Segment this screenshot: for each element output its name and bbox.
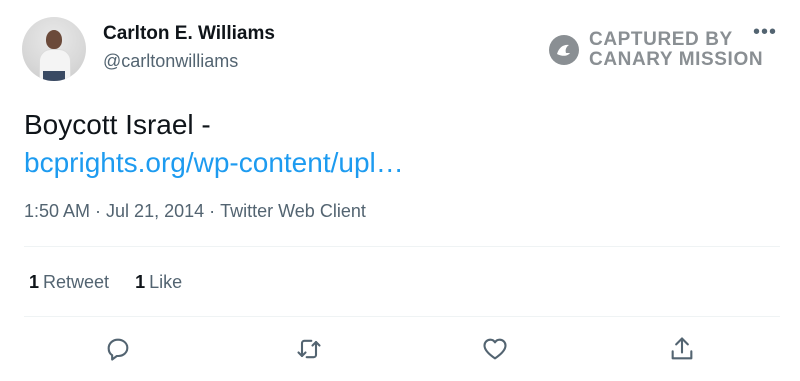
more-horizontal-icon[interactable]: •••	[753, 22, 777, 42]
tweet-card: Carlton E. Williams @carltonwilliams CAP…	[0, 0, 800, 381]
avatar[interactable]	[22, 17, 86, 81]
tweet-client[interactable]: Twitter Web Client	[220, 201, 366, 221]
retweet-count: 1	[29, 272, 40, 292]
avatar-head	[46, 30, 62, 49]
tweet-stats: 1 Retweet 1 Like	[29, 272, 208, 293]
avatar-pants	[43, 71, 65, 81]
watermark: CAPTURED BY CANARY MISSION	[549, 30, 763, 70]
tweet-date[interactable]: Jul 21, 2014	[106, 201, 204, 221]
display-name[interactable]: Carlton E. Williams	[103, 23, 275, 45]
divider	[24, 246, 780, 247]
meta-separator: ·	[95, 201, 102, 221]
like-count: 1	[135, 272, 146, 292]
divider	[24, 316, 780, 317]
retweet-icon[interactable]	[295, 335, 323, 363]
meta-separator: ·	[209, 201, 216, 221]
tweet-time[interactable]: 1:50 AM	[24, 201, 90, 221]
share-icon[interactable]	[668, 335, 696, 363]
watermark-text: CAPTURED BY CANARY MISSION	[589, 30, 763, 70]
watermark-line-2: CANARY MISSION	[589, 49, 764, 70]
like-stat[interactable]: 1 Like	[135, 272, 182, 293]
retweet-stat[interactable]: 1 Retweet	[29, 272, 109, 293]
canary-logo-icon	[549, 35, 579, 65]
tweet-meta: 1:50 AM · Jul 21, 2014 · Twitter Web Client	[24, 201, 366, 222]
tweet-link[interactable]: bcprights.org/wp-content/upl…	[24, 144, 404, 182]
user-handle[interactable]: @carltonwilliams	[103, 51, 238, 72]
watermark-line-1: CAPTURED BY	[589, 29, 733, 50]
like-label: Like	[149, 272, 183, 292]
tweet-text: Boycott Israel -	[24, 109, 211, 140]
like-icon[interactable]	[481, 335, 509, 363]
retweet-label: Retweet	[43, 272, 110, 292]
reply-icon[interactable]	[104, 335, 132, 363]
